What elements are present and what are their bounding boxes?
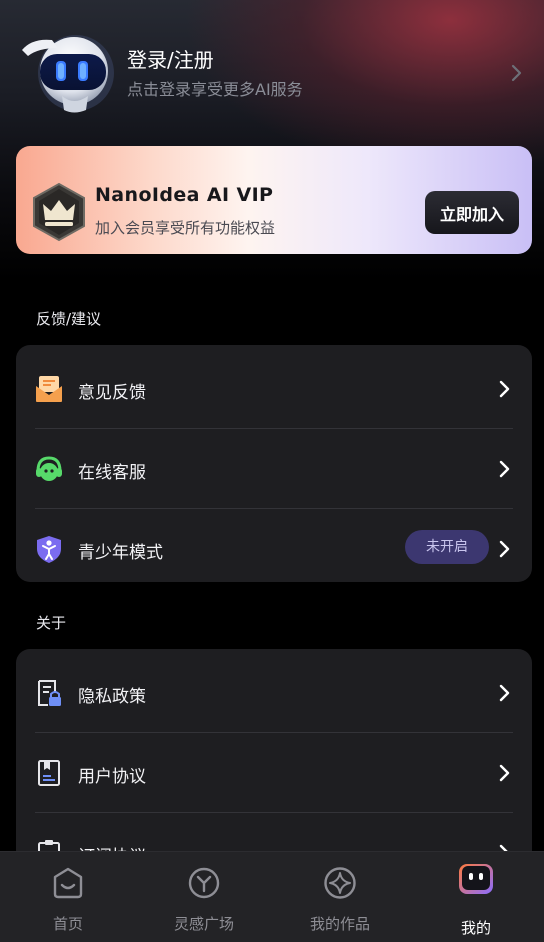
vip-title: NanoIdea AI VIP [95, 184, 274, 206]
tab-my-works[interactable]: 我的作品 [272, 852, 408, 942]
list-item-privacy[interactable]: 隐私政策 [16, 653, 532, 733]
list-item-label: 在线客服 [78, 463, 146, 483]
chevron-right-icon [499, 460, 510, 478]
robot-face-icon [459, 864, 493, 894]
vip-banner[interactable]: NanoIdea AI VIP 加入会员享受所有功能权益 立即加入 [16, 146, 532, 254]
section-label-about: 关于 [36, 614, 67, 632]
sparkle-icon [324, 867, 356, 899]
list-item-label: 隐私政策 [78, 687, 146, 707]
tab-label: 我的 [460, 919, 491, 937]
vip-subtitle: 加入会员享受所有功能权益 [95, 219, 276, 237]
headset-icon [36, 456, 62, 481]
tab-inspiration[interactable]: 灵感广场 [136, 852, 272, 942]
crown-icon [33, 182, 85, 242]
list-item-label: 青少年模式 [78, 543, 163, 563]
login-subtitle: 点击登录享受更多AI服务 [127, 80, 303, 99]
list-item-youth-mode[interactable]: 青少年模式 未开启 [16, 509, 532, 582]
status-badge: 未开启 [405, 530, 489, 564]
chevron-right-icon [499, 540, 510, 558]
list-item-label: 意见反馈 [78, 383, 146, 403]
list-item-feedback[interactable]: 意见反馈 [16, 349, 532, 429]
login-title[interactable]: 登录/注册 [127, 44, 214, 73]
inspiration-icon [188, 867, 220, 899]
tab-label: 首页 [52, 915, 83, 933]
list-item-user-agreement[interactable]: 用户协议 [16, 733, 532, 813]
agreement-book-icon [38, 760, 60, 786]
chevron-right-icon [499, 684, 510, 702]
bottom-tab-bar: 首页 灵感广场 我的作品 我的 [0, 851, 544, 942]
privacy-doc-icon [38, 680, 61, 706]
feedback-mail-icon [36, 376, 62, 402]
list-item-label: 用户协议 [78, 767, 146, 787]
feedback-card: 意见反馈 在线客服 青少年模式 未开启 [16, 345, 532, 582]
youth-shield-icon [37, 536, 61, 563]
home-icon [53, 867, 83, 899]
section-label-feedback: 反馈/建议 [36, 310, 102, 328]
chevron-right-icon [499, 764, 510, 782]
tab-label: 我的作品 [309, 915, 370, 933]
list-item-customer-service[interactable]: 在线客服 [16, 429, 532, 509]
chevron-right-icon [499, 380, 510, 398]
robot-avatar-icon [22, 35, 114, 113]
join-vip-button[interactable]: 立即加入 [425, 191, 519, 234]
tab-label: 灵感广场 [173, 915, 234, 933]
tab-home[interactable]: 首页 [0, 852, 136, 942]
chevron-right-icon[interactable] [506, 63, 526, 83]
tab-mine[interactable]: 我的 [408, 852, 544, 942]
